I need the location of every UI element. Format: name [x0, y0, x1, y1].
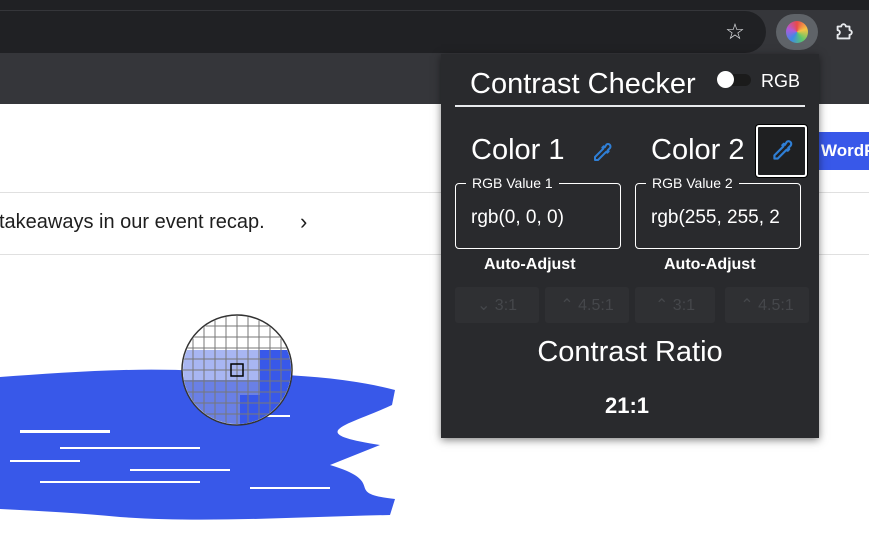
- browser-toolbar: ☆: [0, 10, 869, 54]
- chevron-right-icon[interactable]: ›: [300, 209, 307, 235]
- eyedropper-icon: [594, 143, 612, 161]
- popup-title: Contrast Checker: [470, 68, 696, 100]
- color2-adjust-4-5-1-button[interactable]: ⌃ 4.5:1: [725, 287, 809, 323]
- rgb-value-2-field[interactable]: RGB Value 2 rgb(255, 255, 2: [635, 175, 801, 249]
- color1-adjust-4-5-1-button[interactable]: ⌃ 4.5:1: [545, 287, 629, 323]
- rgb-value-2-input[interactable]: rgb(255, 255, 2: [651, 207, 801, 229]
- puzzle-icon: [836, 23, 853, 40]
- extensions-puzzle-button[interactable]: [826, 14, 862, 50]
- rgb-value-1-field[interactable]: RGB Value 1 rgb(0, 0, 0): [455, 175, 621, 249]
- auto-adjust-2-label: Auto-Adjust: [664, 256, 756, 273]
- rgb-value-1-input[interactable]: rgb(0, 0, 0): [471, 207, 621, 229]
- color2-label: Color 2: [651, 134, 745, 166]
- color1-eyedropper-button[interactable]: [587, 138, 617, 168]
- rgb-toggle[interactable]: [717, 71, 751, 88]
- color2-eyedropper-button[interactable]: [756, 125, 807, 177]
- title-divider: [455, 105, 805, 107]
- contrast-ratio-value: 21:1: [604, 393, 650, 418]
- eyedropper-icon: [772, 140, 792, 160]
- address-bar[interactable]: ☆: [0, 11, 766, 53]
- contrast-ratio-title: Contrast Ratio: [537, 336, 723, 368]
- tab-strip: [0, 0, 869, 10]
- toggle-knob: [717, 71, 734, 88]
- contrast-checker-popup: Contrast Checker RGB Color 1 Color 2 RGB…: [441, 54, 819, 438]
- wordpress-button[interactable]: WordPress: [812, 132, 869, 170]
- rgb-toggle-label: RGB: [761, 71, 801, 91]
- star-icon[interactable]: ☆: [722, 19, 748, 45]
- contrast-checker-extension-icon: [786, 21, 808, 43]
- contrast-checker-extension-button[interactable]: [776, 14, 818, 50]
- color2-adjust-3-1-button[interactable]: ⌃ 3:1: [635, 287, 715, 323]
- color1-label: Color 1: [471, 134, 565, 166]
- announcement-link[interactable]: takeaways in our event recap.: [0, 211, 265, 234]
- auto-adjust-1-label: Auto-Adjust: [484, 256, 576, 273]
- rgb-value-1-label: RGB Value 1: [466, 175, 559, 191]
- rgb-value-2-label: RGB Value 2: [646, 175, 739, 191]
- color1-adjust-3-1-button[interactable]: ⌄ 3:1: [455, 287, 539, 323]
